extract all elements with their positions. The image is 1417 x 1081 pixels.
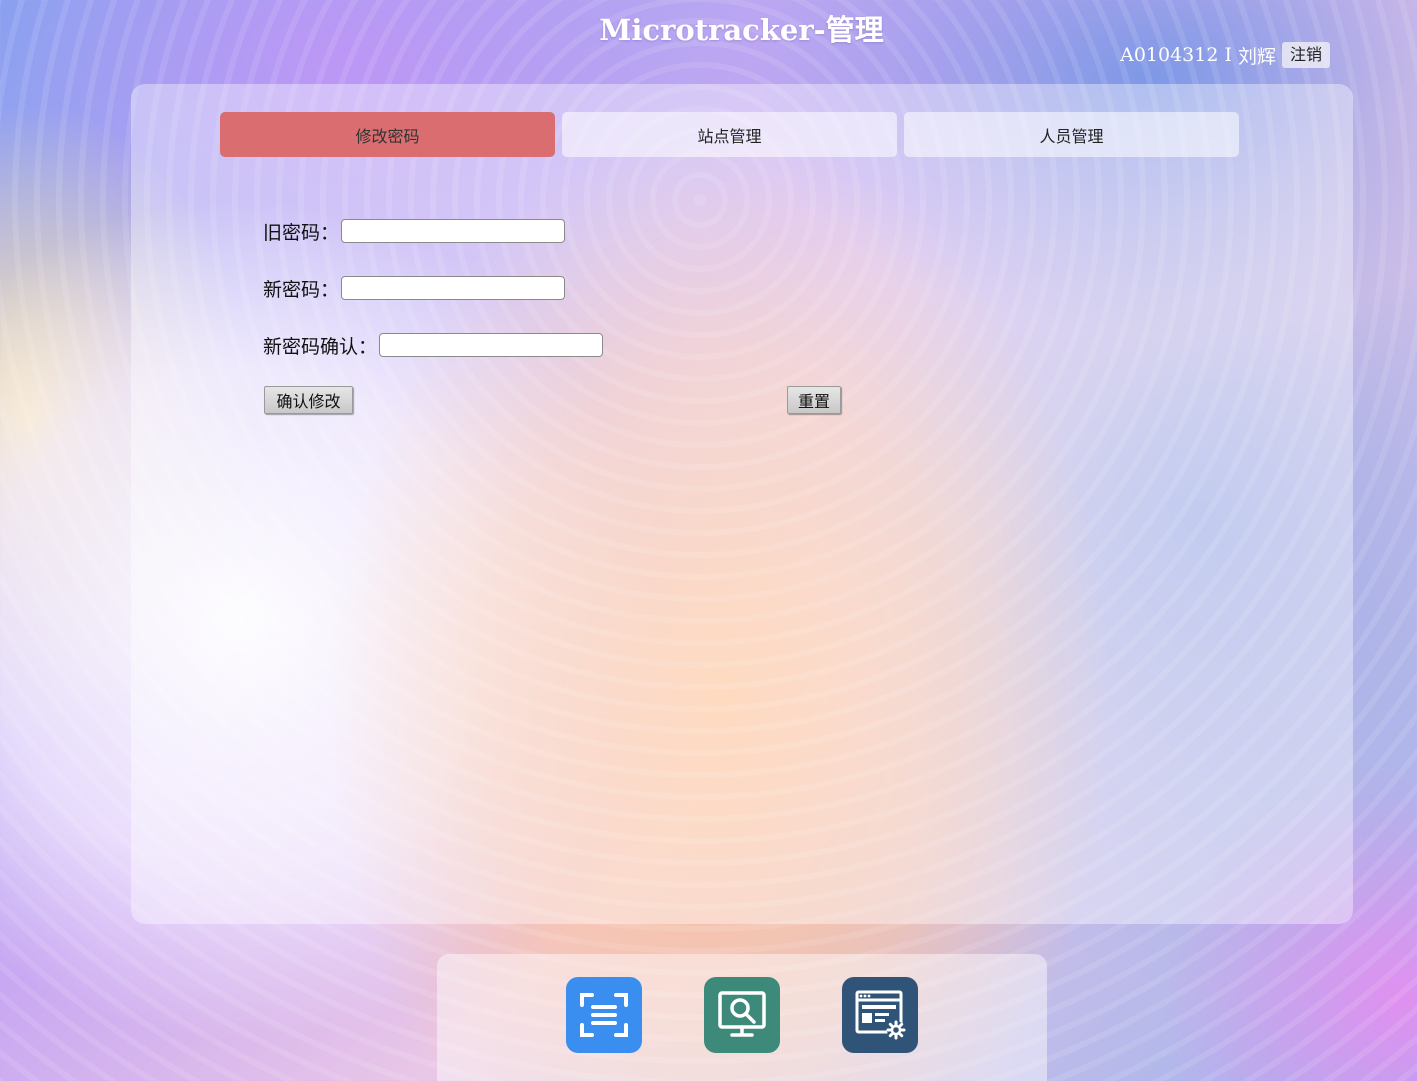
old-password-row: 旧密码： (263, 216, 863, 246)
new-password-row: 新密码： (263, 273, 863, 303)
user-name: 刘辉 (1237, 45, 1276, 68)
web-settings-app-button[interactable] (842, 977, 918, 1053)
confirm-change-button[interactable]: 确认修改 (264, 386, 353, 414)
new-password-field[interactable] (341, 276, 566, 300)
scan-app-button[interactable] (566, 977, 642, 1053)
tab-site-management[interactable]: 站点管理 (562, 112, 897, 157)
confirm-password-row: 新密码确认： (263, 330, 863, 360)
tab-bar: 修改密码 站点管理 人员管理 (220, 112, 1239, 157)
confirm-password-label: 新密码确认： (263, 335, 378, 358)
main-panel: 修改密码 站点管理 人员管理 旧密码： 新密码： 新密码确认： 确认修改 重置 (131, 84, 1353, 924)
tab-change-password[interactable]: 修改密码 (220, 112, 555, 157)
logout-button[interactable]: 注销 (1281, 42, 1330, 68)
old-password-label: 旧密码： (263, 221, 340, 244)
scan-icon (580, 993, 628, 1037)
tab-user-management[interactable]: 人员管理 (904, 112, 1239, 157)
new-password-label: 新密码： (263, 278, 340, 301)
monitor-search-app-button[interactable] (704, 977, 780, 1053)
app-dock (437, 954, 1047, 1081)
reset-button[interactable]: 重置 (787, 386, 841, 414)
user-bar: A0104312 I 刘辉 注销 (1120, 41, 1330, 69)
old-password-field[interactable] (341, 219, 566, 243)
user-id: A0104312 (1120, 44, 1219, 66)
web-settings-icon (855, 990, 906, 1040)
change-password-form: 旧密码： 新密码： 新密码确认： (263, 216, 863, 387)
monitor-search-icon (718, 991, 766, 1037)
user-separator: I (1224, 44, 1232, 66)
confirm-password-field[interactable] (379, 333, 604, 357)
